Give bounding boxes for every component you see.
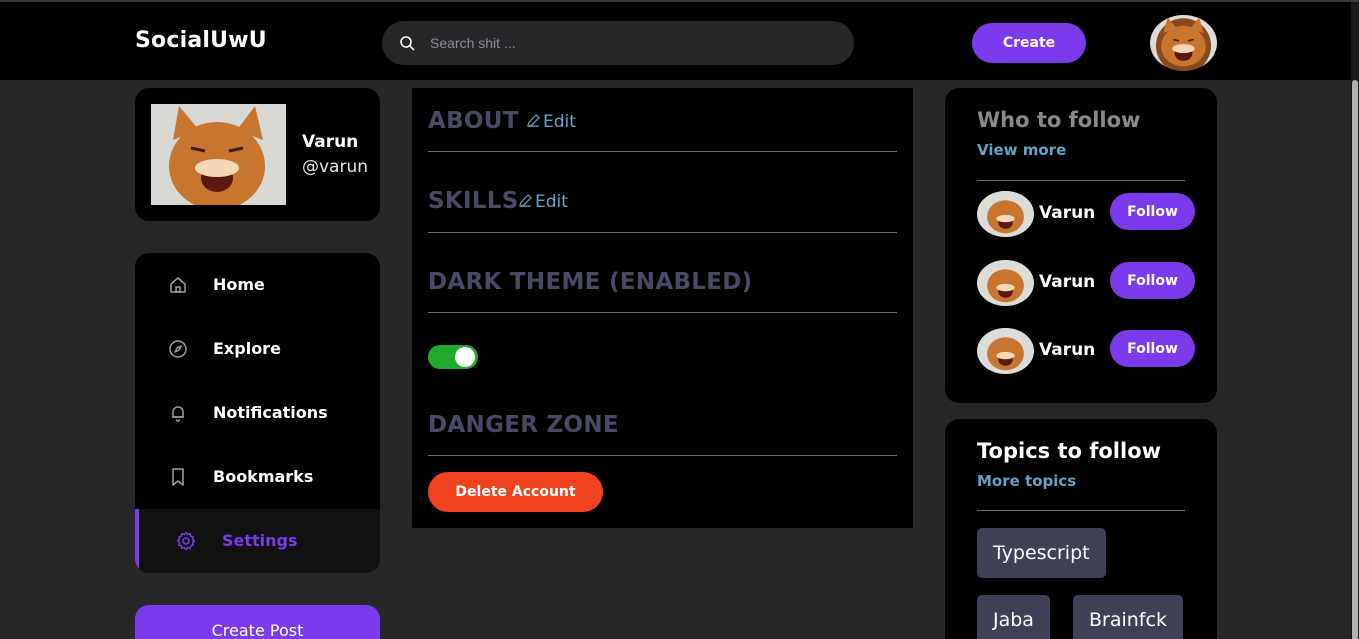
follow-suggestion: Varun Follow	[977, 328, 1197, 374]
sidebar-item-label: Explore	[213, 339, 281, 358]
divider	[977, 510, 1185, 511]
bell-icon	[172, 406, 184, 422]
page-scrollbar[interactable]	[1351, 2, 1359, 639]
compass-icon	[169, 340, 187, 358]
search-icon	[400, 36, 415, 51]
edit-label: Edit	[535, 192, 568, 212]
danger-zone-heading: DANGER ZONE	[428, 412, 619, 438]
dark-theme-toggle[interactable]	[428, 345, 478, 369]
cat-avatar-icon	[977, 328, 1034, 374]
skills-heading: SKILLS	[428, 188, 519, 214]
divider	[428, 312, 897, 313]
sidebar-item-settings[interactable]: Settings	[135, 509, 380, 573]
gear-icon	[176, 531, 196, 551]
topic-chip[interactable]: Brainfck	[1073, 595, 1183, 639]
dark-theme-heading: DARK THEME (ENABLED)	[428, 269, 753, 295]
about-heading: ABOUT	[428, 108, 519, 134]
skills-edit-link[interactable]: Edit	[518, 192, 568, 212]
user-avatar[interactable]	[1150, 15, 1217, 71]
search-bar[interactable]	[382, 21, 854, 65]
cat-photo-icon	[151, 104, 286, 205]
follow-button[interactable]: Follow	[1110, 262, 1195, 299]
divider	[428, 455, 897, 456]
cat-avatar-icon	[1161, 17, 1206, 67]
divider	[428, 151, 897, 152]
follow-user-name: Varun	[1039, 203, 1096, 223]
who-to-follow-title: Who to follow	[977, 108, 1141, 132]
search-input[interactable]	[430, 21, 830, 65]
follow-button[interactable]: Follow	[1110, 193, 1195, 230]
scrollbar-thumb[interactable]	[1352, 80, 1358, 639]
delete-account-button[interactable]: Delete Account	[428, 472, 603, 512]
cat-avatar-icon	[977, 260, 1034, 306]
divider	[428, 232, 897, 233]
pencil-icon	[527, 114, 540, 127]
divider	[977, 180, 1185, 181]
brand-logo[interactable]: SocialUwU	[135, 28, 267, 53]
sidebar-item-label: Notifications	[213, 403, 328, 422]
sidebar-item-label: Home	[213, 275, 265, 294]
home-icon	[170, 277, 186, 293]
settings-panel: ABOUT Edit SKILLS Edit DARK THEME (ENABL…	[412, 88, 913, 528]
sidebar-item-explore[interactable]: Explore	[135, 317, 380, 381]
create-button[interactable]: Create	[972, 23, 1086, 63]
create-post-button[interactable]: Create Post	[135, 605, 380, 639]
sidebar-item-notifications[interactable]: Notifications	[135, 381, 380, 445]
follow-user-name: Varun	[1039, 272, 1096, 292]
top-bar: SocialUwU Create	[0, 0, 1359, 80]
follow-button[interactable]: Follow	[1110, 330, 1195, 367]
follow-suggestion: Varun Follow	[977, 260, 1197, 306]
topics-title: Topics to follow	[977, 439, 1162, 463]
sidebar-item-label: Settings	[222, 531, 298, 550]
toggle-knob	[455, 347, 475, 367]
who-to-follow-card: Who to follow View more Varun Follow Var…	[945, 88, 1217, 403]
avatar[interactable]	[977, 328, 1034, 374]
pencil-icon	[519, 194, 532, 207]
view-more-link[interactable]: View more	[977, 141, 1066, 159]
sidebar-item-bookmarks[interactable]: Bookmarks	[135, 445, 380, 509]
avatar[interactable]	[977, 191, 1034, 237]
topic-chip[interactable]: Jaba	[977, 595, 1050, 639]
profile-handle: @varun	[302, 157, 369, 177]
edit-label: Edit	[543, 112, 576, 132]
sidebar-item-home[interactable]: Home	[135, 253, 380, 317]
cat-avatar-icon	[977, 191, 1034, 237]
profile-name: Varun	[302, 132, 359, 152]
profile-photo	[151, 104, 286, 205]
about-edit-link[interactable]: Edit	[526, 112, 576, 132]
bookmark-icon	[172, 468, 184, 486]
topics-card: Topics to follow More topics Typescript …	[945, 419, 1217, 639]
avatar[interactable]	[977, 260, 1034, 306]
follow-suggestion: Varun Follow	[977, 191, 1197, 237]
more-topics-link[interactable]: More topics	[977, 472, 1076, 490]
sidebar-item-label: Bookmarks	[213, 467, 314, 486]
profile-card[interactable]: Varun @varun	[135, 88, 380, 221]
sidebar-nav: Home Explore Notifications Bookmarks Set…	[135, 253, 380, 573]
topic-chip[interactable]: Typescript	[977, 528, 1106, 578]
follow-user-name: Varun	[1039, 340, 1096, 360]
